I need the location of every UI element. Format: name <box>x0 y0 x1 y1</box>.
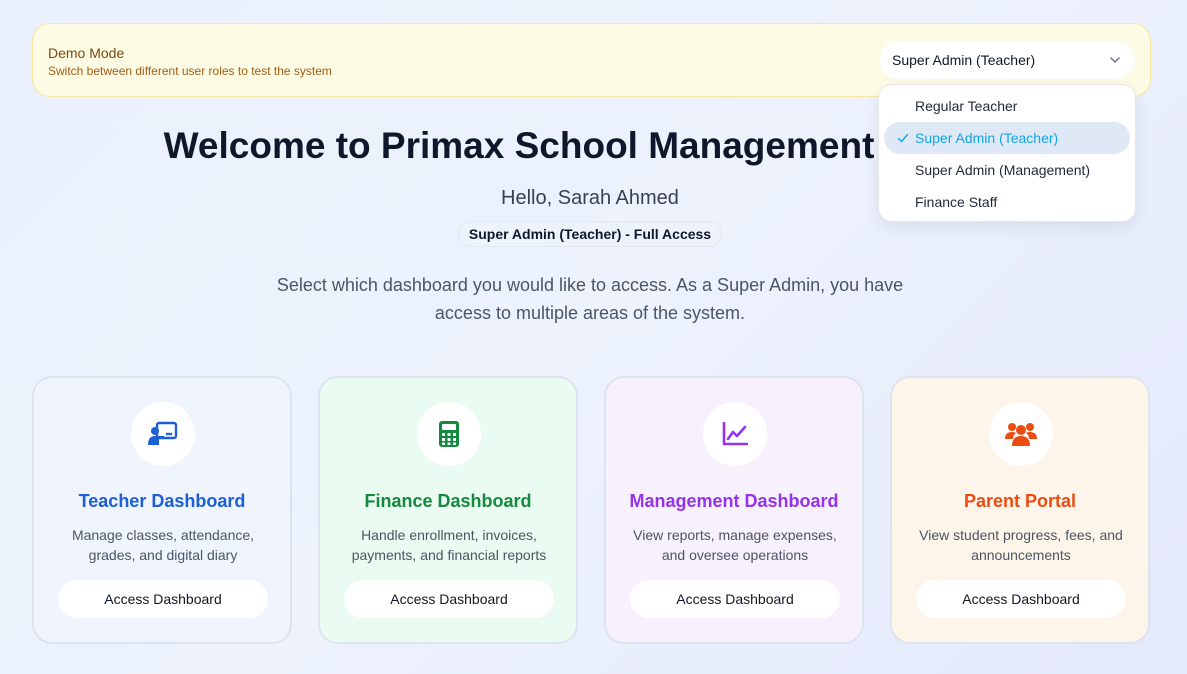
card-description: View reports, manage expenses, and overs… <box>633 527 837 563</box>
chart-line-icon <box>703 402 767 466</box>
role-badge: Super Admin (Teacher) - Full Access <box>458 221 722 247</box>
card-description: Handle enrollment, invoices, payments, a… <box>351 527 547 563</box>
role-option-super-admin-management[interactable]: Super Admin (Management) <box>884 154 1130 186</box>
demo-mode-subtitle: Switch between different user roles to t… <box>48 64 332 78</box>
role-option-finance-staff[interactable]: Finance Staff <box>884 186 1130 218</box>
access-dashboard-button[interactable]: Access Dashboard <box>58 580 268 618</box>
access-dashboard-button[interactable]: Access Dashboard <box>344 580 554 618</box>
calculator-icon <box>417 402 481 466</box>
access-dashboard-button[interactable]: Access Dashboard <box>630 580 840 618</box>
users-icon <box>989 402 1053 466</box>
check-icon <box>897 133 909 143</box>
finance-dashboard-card[interactable]: Finance Dashboard Handle enrollment, inv… <box>318 376 578 644</box>
role-option-label: Regular Teacher <box>915 98 1018 114</box>
role-select[interactable]: Super Admin (Teacher) <box>880 41 1135 79</box>
card-description: Manage classes, attendance, grades, and … <box>71 527 255 563</box>
teacher-dashboard-card[interactable]: Teacher Dashboard Manage classes, attend… <box>32 376 292 644</box>
card-title: Parent Portal <box>963 491 1077 511</box>
demo-mode-title: Demo Mode <box>48 45 125 61</box>
intro-text: Select which dashboard you would like to… <box>276 275 904 323</box>
teacher-board-icon <box>131 402 195 466</box>
chevron-down-icon <box>1110 57 1120 63</box>
role-option-label: Super Admin (Teacher) <box>915 130 1059 146</box>
role-option-label: Finance Staff <box>915 194 998 210</box>
card-title: Management Dashboard <box>629 491 839 511</box>
role-select-value: Super Admin (Teacher) <box>892 52 1036 68</box>
role-option-super-admin-teacher[interactable]: Super Admin (Teacher) <box>884 122 1130 154</box>
parent-portal-card[interactable]: Parent Portal View student progress, fee… <box>890 376 1150 644</box>
access-dashboard-button[interactable]: Access Dashboard <box>916 580 1126 618</box>
role-dropdown-menu: Regular Teacher Super Admin (Teacher) Su… <box>878 84 1136 222</box>
role-option-label: Super Admin (Management) <box>915 162 1091 178</box>
card-title: Teacher Dashboard <box>78 491 246 511</box>
role-option-regular-teacher[interactable]: Regular Teacher <box>884 90 1130 122</box>
card-description: View student progress, fees, and announc… <box>919 527 1123 563</box>
card-title: Finance Dashboard <box>364 491 532 511</box>
management-dashboard-card[interactable]: Management Dashboard View reports, manag… <box>604 376 864 644</box>
